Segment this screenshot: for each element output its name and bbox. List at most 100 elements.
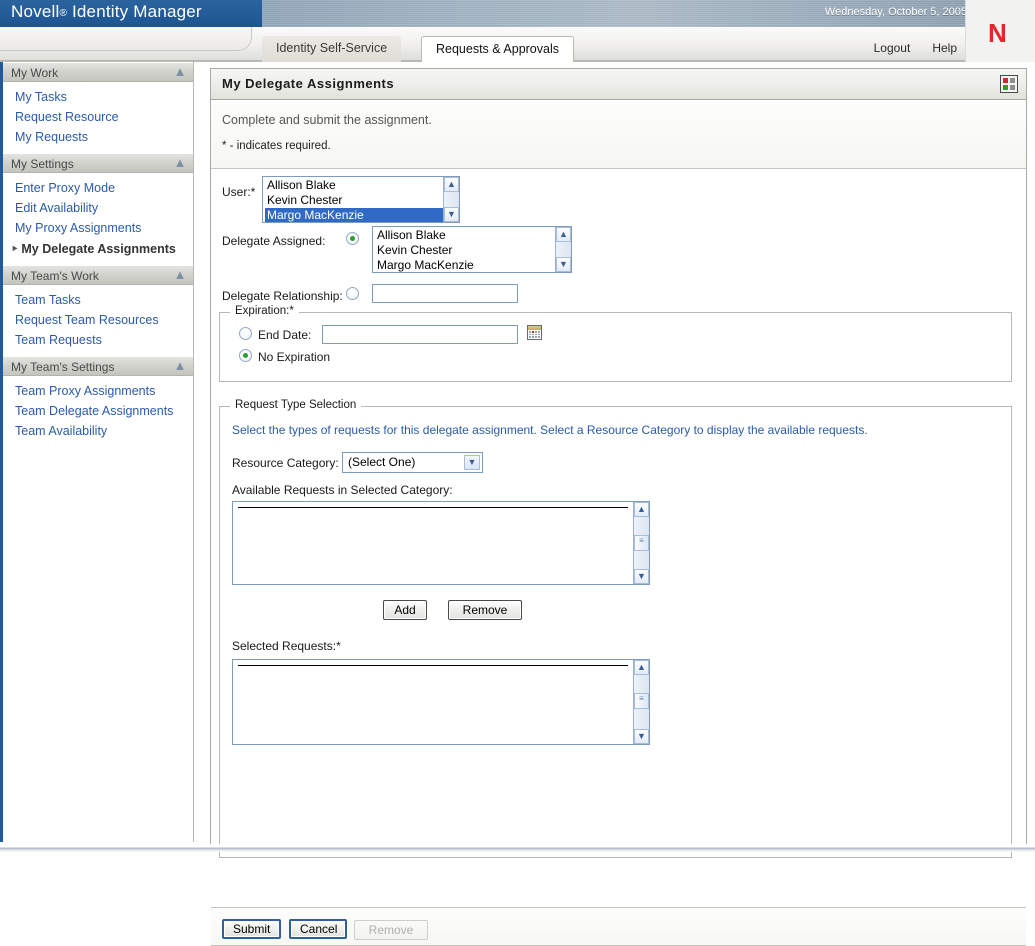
sidebar-item-team-availability[interactable]: Team Availability: [3, 421, 193, 441]
intro-instruction: Complete and submit the assignment.: [222, 113, 432, 127]
sidebar-item-my-tasks[interactable]: My Tasks: [3, 87, 193, 107]
calendar-cell: [529, 331, 531, 333]
scroll-thumb[interactable]: ≡: [634, 535, 649, 551]
calendar-cell: [532, 336, 534, 338]
sidebar-item-edit-availability[interactable]: Edit Availability: [3, 198, 193, 218]
user-listbox[interactable]: Allison Blake Kevin Chester Margo MacKen…: [262, 176, 460, 223]
delegate-listbox-scrollbar[interactable]: ▲ ▼: [555, 227, 571, 272]
sidebar-item-my-delegate-assignments[interactable]: My Delegate Assignments: [3, 238, 193, 259]
available-requests-listbox[interactable]: ▲ ≡ ▼: [232, 501, 650, 585]
remove-list-button[interactable]: Remove: [448, 600, 522, 620]
page-body: My Work ▲​ My Tasks Request Resource My …: [0, 62, 1035, 946]
grid-icon[interactable]: [1000, 75, 1018, 93]
chevron-down-icon[interactable]: ▼: [464, 455, 480, 470]
delegate-listbox-options: Allison Blake Kevin Chester Margo MacKen…: [373, 227, 555, 272]
calendar-icon[interactable]: [527, 325, 542, 340]
sidebar-item-team-requests[interactable]: Team Requests: [3, 330, 193, 350]
submit-button[interactable]: Submit: [222, 919, 281, 939]
sidebar-group-header-my-work[interactable]: My Work ▲​: [3, 62, 193, 82]
remove-button: Remove: [354, 920, 428, 940]
scroll-down-icon[interactable]: ▼: [634, 569, 649, 584]
sidebar-group-header-my-settings[interactable]: My Settings ▲​: [3, 153, 193, 173]
list-item[interactable]: Margo MacKenzie: [265, 208, 443, 222]
list-item[interactable]: Allison Blake: [375, 228, 555, 243]
sidebar: My Work ▲​ My Tasks Request Resource My …: [0, 62, 194, 842]
tab-requests-and-approvals[interactable]: Requests & Approvals: [421, 36, 574, 62]
end-date-radio[interactable]: [239, 327, 252, 340]
request-type-description: Select the types of requests for this de…: [232, 423, 868, 437]
sidebar-item-my-proxy-assignments[interactable]: My Proxy Assignments: [3, 218, 193, 238]
scroll-down-icon[interactable]: ▼: [444, 207, 459, 222]
calendar-icon-grid: [529, 331, 540, 338]
no-expiration-label: No Expiration: [258, 350, 331, 364]
chevron-up-icon[interactable]: ▲​: [173, 156, 187, 170]
chevron-up-icon[interactable]: ▲​: [173, 65, 187, 79]
user-listbox-scrollbar[interactable]: ▲ ▼: [443, 177, 459, 222]
selected-requests-listbox[interactable]: ▲ ≡ ▼: [232, 659, 650, 745]
delegate-assigned-radio[interactable]: [346, 232, 359, 245]
no-expiration-radio[interactable]: [239, 349, 252, 362]
scroll-up-icon[interactable]: ▲: [444, 177, 459, 192]
resource-category-select[interactable]: (Select One) ▼: [342, 452, 483, 473]
sidebar-item-team-tasks[interactable]: Team Tasks: [3, 290, 193, 310]
required-legend: * - indicates required.: [222, 140, 331, 152]
sidebar-item-request-resource[interactable]: Request Resource: [3, 107, 193, 127]
calendar-cell: [535, 331, 537, 333]
list-item[interactable]: Margo MacKenzie: [375, 258, 555, 272]
list-item[interactable]: Kevin Chester: [375, 243, 555, 258]
delegate-relationship-label: Delegate Relationship:: [222, 289, 343, 303]
delegate-relationship-radio[interactable]: [346, 287, 359, 300]
delegate-relationship-input[interactable]: [372, 284, 518, 303]
available-requests-label: Available Requests in Selected Category:: [232, 483, 453, 497]
end-date-input[interactable]: [322, 325, 518, 344]
panel-header: My Delegate Assignments: [211, 69, 1026, 100]
chevron-up-icon[interactable]: ▲​: [173, 268, 187, 282]
welcome-tab: [0, 27, 252, 51]
selected-requests-scrollbar[interactable]: ▲ ≡ ▼: [633, 660, 649, 744]
help-link[interactable]: Help: [932, 41, 957, 55]
sidebar-item-my-requests[interactable]: My Requests: [3, 127, 193, 147]
calendar-icon-header: [528, 326, 541, 330]
grid-icon-cell-gray2: [1010, 85, 1015, 90]
listbox-divider: [238, 665, 628, 666]
sidebar-item-request-team-resources[interactable]: Request Team Resources: [3, 310, 193, 330]
listbox-divider: [238, 507, 628, 508]
add-button[interactable]: Add: [383, 600, 427, 620]
app-title-novell: Novell: [11, 2, 60, 21]
chevron-up-icon[interactable]: ▲​: [173, 359, 187, 373]
tab-identity-self-service[interactable]: Identity Self-Service: [262, 36, 402, 62]
novell-logo: N: [965, 0, 1035, 62]
sidebar-group-header-my-teams-settings[interactable]: My Team's Settings ▲​: [3, 356, 193, 376]
scroll-up-icon[interactable]: ▲: [634, 660, 649, 675]
content-panel: My Delegate Assignments Complete and sub…: [210, 68, 1027, 946]
scroll-up-icon[interactable]: ▲: [556, 227, 571, 242]
delegate-assigned-listbox[interactable]: Allison Blake Kevin Chester Margo MacKen…: [372, 226, 572, 273]
calendar-cell: [538, 336, 540, 338]
selected-requests-options: [233, 660, 633, 744]
scroll-down-icon[interactable]: ▼: [634, 729, 649, 744]
sidebar-group-header-my-teams-work[interactable]: My Team's Work ▲​: [3, 265, 193, 285]
scroll-down-icon[interactable]: ▼: [556, 257, 571, 272]
calendar-cell: [529, 333, 531, 336]
user-label: User:*: [222, 185, 256, 199]
scroll-up-icon[interactable]: ▲: [634, 502, 649, 517]
sidebar-item-team-proxy-assignments[interactable]: Team Proxy Assignments: [3, 381, 193, 401]
scroll-thumb[interactable]: ≡: [634, 693, 649, 709]
end-date-label: End Date:: [258, 328, 312, 342]
sidebar-item-enter-proxy-mode[interactable]: Enter Proxy Mode: [3, 178, 193, 198]
sidebar-item-team-delegate-assignments[interactable]: Team Delegate Assignments: [3, 401, 193, 421]
list-item[interactable]: Kevin Chester: [265, 193, 443, 208]
page-bottom-rule: [0, 844, 1035, 852]
resource-category-value: (Select One): [348, 455, 416, 469]
list-item[interactable]: Allison Blake: [265, 178, 443, 193]
logout-link[interactable]: Logout: [874, 41, 911, 55]
cancel-button[interactable]: Cancel: [289, 919, 347, 939]
calendar-cell: [535, 336, 537, 338]
tab-bar: Welcome, Margo Identity Self-Service Req…: [0, 27, 1035, 62]
top-links: Logout Help: [874, 41, 957, 55]
sidebar-group-title: My Team's Settings: [11, 360, 115, 374]
selected-requests-label: Selected Requests:*: [232, 639, 341, 653]
calendar-cell: [538, 333, 540, 336]
expiration-legend: Expiration:*: [230, 305, 299, 317]
available-requests-scrollbar[interactable]: ▲ ≡ ▼: [633, 502, 649, 584]
